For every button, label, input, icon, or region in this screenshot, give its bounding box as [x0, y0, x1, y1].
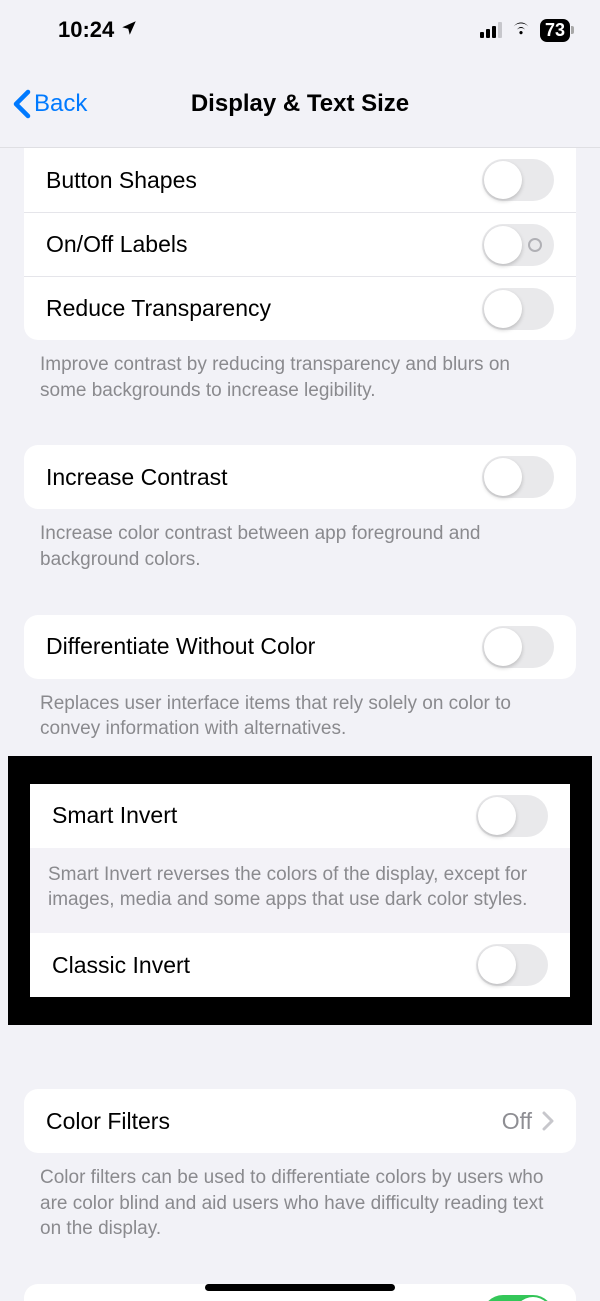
cellular-signal-icon [480, 22, 502, 38]
toggle-onoff-labels[interactable] [482, 224, 554, 266]
highlight-callout: Smart Invert Smart Invert reverses the c… [8, 756, 592, 1025]
status-left: 10:24 [58, 17, 138, 43]
row-label: Color Filters [46, 1108, 502, 1135]
back-label: Back [34, 90, 87, 118]
toggle-differentiate-wo-color[interactable] [482, 626, 554, 668]
row-label: On/Off Labels [46, 231, 482, 258]
settings-group-smart-invert: Smart Invert [30, 784, 570, 848]
row-increase-contrast[interactable]: Increase Contrast [24, 445, 576, 509]
footer-increase-contrast: Increase color contrast between app fore… [0, 509, 600, 572]
row-classic-invert[interactable]: Classic Invert [30, 933, 570, 997]
row-label: Increase Contrast [46, 464, 482, 491]
row-value: Off [502, 1108, 532, 1135]
row-label: Reduce Transparency [46, 295, 482, 322]
nav-bar: Back Display & Text Size [0, 60, 600, 148]
status-right: 73 [480, 16, 570, 44]
chevron-left-icon [12, 89, 32, 119]
chevron-right-icon [542, 1111, 554, 1131]
home-indicator[interactable] [205, 1284, 395, 1291]
toggle-increase-contrast[interactable] [482, 456, 554, 498]
toggle-reduce-white-point[interactable] [482, 1295, 554, 1301]
row-label: Button Shapes [46, 167, 482, 194]
wifi-icon [510, 16, 532, 44]
back-button[interactable]: Back [0, 89, 87, 119]
row-label: Classic Invert [52, 952, 476, 979]
row-color-filters[interactable]: Color Filters Off [24, 1089, 576, 1153]
footer-color-filters: Color filters can be used to differentia… [0, 1153, 600, 1242]
settings-group-color-filters: Color Filters Off [24, 1089, 576, 1153]
toggle-button-shapes[interactable] [482, 159, 554, 201]
battery-indicator: 73 [540, 19, 570, 42]
off-indicator-icon [528, 238, 542, 252]
settings-group-display: Button Shapes On/Off Labels Reduce Trans… [24, 148, 576, 340]
toggle-smart-invert[interactable] [476, 795, 548, 837]
footer-smart-invert: Smart Invert reverses the colors of the … [30, 848, 570, 933]
footer-reduce-transparency: Improve contrast by reducing transparenc… [0, 340, 600, 403]
settings-group-differentiate: Differentiate Without Color [24, 615, 576, 679]
battery-percent: 73 [545, 20, 565, 40]
footer-differentiate: Replaces user interface items that rely … [0, 679, 600, 742]
settings-group-classic-invert: Classic Invert [30, 933, 570, 997]
row-reduce-transparency[interactable]: Reduce Transparency [24, 276, 576, 340]
status-time: 10:24 [58, 17, 114, 43]
row-onoff-labels[interactable]: On/Off Labels [24, 212, 576, 276]
status-bar: 10:24 73 [0, 0, 600, 60]
row-button-shapes[interactable]: Button Shapes [24, 148, 576, 212]
settings-group-contrast: Increase Contrast [24, 445, 576, 509]
row-smart-invert[interactable]: Smart Invert [30, 784, 570, 848]
row-differentiate-wo-color[interactable]: Differentiate Without Color [24, 615, 576, 679]
toggle-reduce-transparency[interactable] [482, 288, 554, 330]
page-title: Display & Text Size [0, 90, 600, 118]
row-label: Differentiate Without Color [46, 633, 482, 660]
row-label: Smart Invert [52, 802, 476, 829]
toggle-classic-invert[interactable] [476, 944, 548, 986]
footer-classic-invert-obscured [0, 1021, 600, 1043]
location-icon [120, 17, 138, 43]
